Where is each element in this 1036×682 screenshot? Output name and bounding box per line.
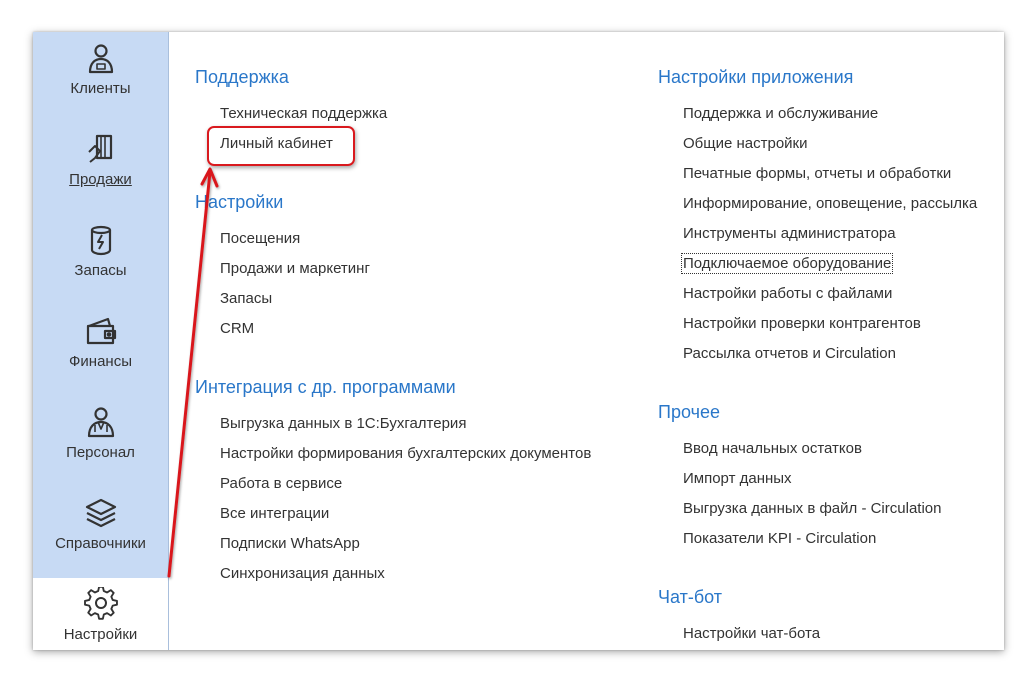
stock-icon [84, 222, 118, 258]
link-print-forms[interactable]: Печатные формы, отчеты и обработки [683, 165, 951, 182]
link-admin-tools[interactable]: Инструменты администратора [683, 225, 896, 242]
group-title-app-settings: Настройки приложения [658, 67, 854, 87]
link-import-data[interactable]: Импорт данных [683, 470, 792, 487]
link-stock[interactable]: Запасы [220, 290, 272, 307]
link-tech-support[interactable]: Техническая поддержка [220, 105, 387, 122]
link-report-mailing[interactable]: Рассылка отчетов и Circulation [683, 345, 896, 362]
link-kpi[interactable]: Показатели KPI - Circulation [683, 530, 876, 547]
sidebar-item-sales[interactable]: Продажи [33, 123, 168, 214]
link-opening-balances[interactable]: Ввод начальных остатков [683, 440, 862, 457]
group-title-other: Прочее [658, 402, 720, 422]
sidebar-item-finance[interactable]: Финансы [33, 305, 168, 396]
sidebar-item-label: Финансы [69, 353, 132, 370]
link-support-service[interactable]: Поддержка и обслуживание [683, 105, 878, 122]
sidebar-item-label: Запасы [74, 262, 127, 279]
link-whatsapp[interactable]: Подписки WhatsApp [220, 535, 360, 552]
sidebar-item-label: Справочники [55, 535, 146, 552]
link-file-settings[interactable]: Настройки работы с файлами [683, 285, 892, 302]
link-counterparty-check[interactable]: Настройки проверки контрагентов [683, 315, 921, 332]
link-data-sync[interactable]: Синхронизация данных [220, 565, 385, 582]
link-equipment[interactable]: Подключаемое оборудование [680, 253, 894, 274]
link-export-file[interactable]: Выгрузка данных в файл - Circulation [683, 500, 941, 517]
link-accounting-docs[interactable]: Настройки формирования бухгалтерских док… [220, 445, 591, 462]
client-icon [84, 40, 118, 76]
sidebar-item-label: Настройки [63, 626, 138, 643]
settings-window: Клиенты Продажи Запасы Финансы Персонал … [33, 32, 1004, 650]
link-all-integrations[interactable]: Все интеграции [220, 505, 329, 522]
link-crm[interactable]: CRM [220, 320, 254, 337]
link-sales-marketing[interactable]: Продажи и маркетинг [220, 260, 370, 277]
sidebar: Клиенты Продажи Запасы Финансы Персонал … [33, 32, 169, 650]
sidebar-item-clients[interactable]: Клиенты [33, 32, 168, 123]
layers-icon [84, 495, 118, 531]
sales-icon [84, 131, 118, 167]
group-title-chatbot: Чат-бот [658, 587, 723, 607]
sidebar-item-label: Персонал [66, 444, 135, 461]
settings-content: Поддержка Техническая поддержка Личный к… [169, 32, 1004, 650]
link-general-settings[interactable]: Общие настройки [683, 135, 808, 152]
gear-icon [83, 586, 118, 622]
link-export-1c[interactable]: Выгрузка данных в 1С:Бухгалтерия [220, 415, 466, 432]
sidebar-item-staff[interactable]: Персонал [33, 396, 168, 487]
sidebar-item-catalogs[interactable]: Справочники [33, 487, 168, 578]
sidebar-item-label: Клиенты [70, 80, 131, 97]
link-notifications[interactable]: Информирование, оповещение, рассылка [683, 195, 977, 212]
staff-icon [84, 404, 118, 440]
link-chatbot-settings[interactable]: Настройки чат-бота [683, 625, 820, 642]
group-title-settings: Настройки [195, 192, 284, 212]
group-title-integration: Интеграция с др. программами [195, 377, 456, 397]
link-service-work[interactable]: Работа в сервисе [220, 475, 342, 492]
link-personal-account[interactable]: Личный кабинет [220, 135, 333, 152]
sidebar-item-label: Продажи [69, 171, 132, 188]
wallet-icon [84, 313, 118, 349]
sidebar-item-settings[interactable]: Настройки [33, 578, 168, 650]
group-title-support: Поддержка [195, 67, 289, 87]
sidebar-item-stock[interactable]: Запасы [33, 214, 168, 305]
link-visits[interactable]: Посещения [220, 230, 300, 247]
